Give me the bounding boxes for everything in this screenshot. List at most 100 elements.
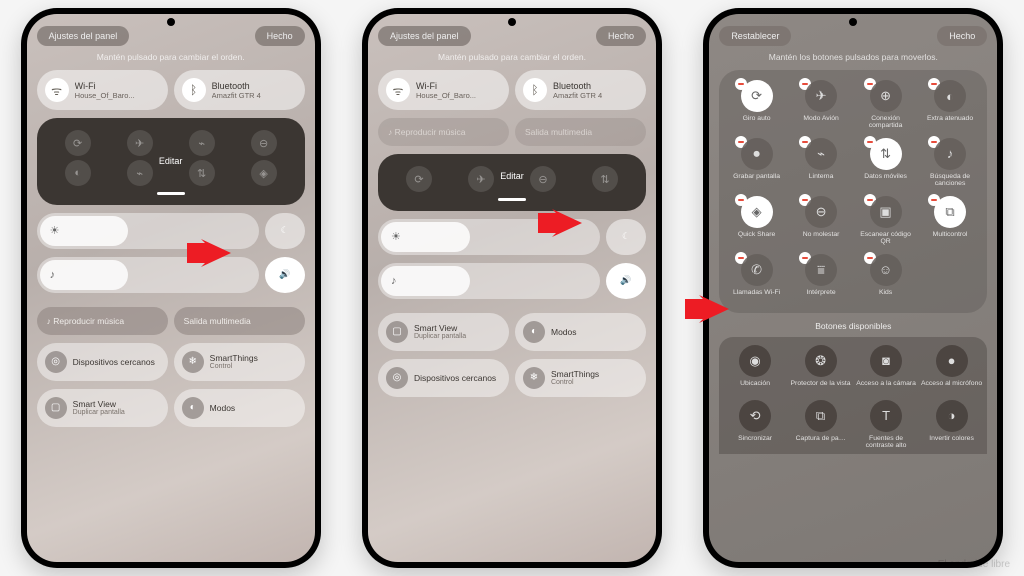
play-music-button[interactable]: ♪ Reproducir música [37, 307, 168, 335]
toggle-icon: ◈ [741, 196, 773, 228]
toggle-búsqueda-de-canciones[interactable]: ♪Búsqueda de canciones [919, 138, 982, 188]
panel-settings-button[interactable]: Ajustes del panel [37, 26, 130, 46]
available-acceso-al-micrófono[interactable]: ●Acceso al micrófono [920, 345, 984, 394]
modes-label: Modos [210, 403, 236, 413]
available-protector-de-la-vista[interactable]: ❂Protector de la vista [789, 345, 853, 394]
quick-toggles-panel[interactable]: ⟳ ✈ ⌁ ⊖ ◐ ⌁ ⇅ ◈ Editar [37, 118, 305, 205]
media-output-button[interactable]: Salida multimedia [515, 118, 646, 146]
devices-label: Dispositivos cercanos [73, 357, 155, 367]
rotate-icon[interactable]: ⟳ [65, 130, 91, 156]
toggle-icon[interactable]: ◈ [251, 160, 277, 186]
done-button[interactable]: Hecho [596, 26, 646, 46]
bluetooth-tile[interactable]: ᛒ Bluetooth Amazfit GTR 4 [174, 70, 305, 110]
toggle-icon[interactable]: ⇅ [189, 160, 215, 186]
drag-handle[interactable] [498, 198, 526, 201]
smartthings-label: SmartThings [210, 353, 258, 363]
toggle-icon: ◐ [934, 80, 966, 112]
available-acceso-a-la-cámara[interactable]: ◙Acceso a la cámara [854, 345, 918, 394]
modes-label: Modos [551, 327, 577, 337]
airplane-icon[interactable]: ✈ [127, 130, 153, 156]
bluetooth-tile[interactable]: ᛒ Bluetooth Amazfit GTR 4 [515, 70, 646, 110]
available-ubicación[interactable]: ◉Ubicación [723, 345, 787, 394]
toggle-icon: ❂ [805, 345, 837, 377]
toggle-llamadas-wi-fi[interactable]: ✆Llamadas Wi-Fi [725, 254, 788, 303]
toggle-no-molestar[interactable]: ⊖No molestar [790, 196, 853, 246]
toggle-label: Giro auto [725, 115, 788, 129]
edit-label: Editar [159, 156, 183, 166]
reorder-hint: Mantén pulsado para cambiar el orden. [378, 52, 646, 62]
toggle-label: Extra atenuado [919, 115, 982, 129]
sun-icon: ☀ [391, 230, 401, 243]
toggle-multicontrol[interactable]: ⧉Multicontrol [919, 196, 982, 246]
toggle-label: Acceso al micrófono [920, 380, 984, 394]
modes-tile[interactable]: ◐ Modos [515, 313, 646, 351]
smartthings-tile[interactable]: ❄ SmartThingsControl [515, 359, 646, 397]
smartview-label: Smart View [414, 323, 466, 333]
sound-toggle[interactable]: 🔊 [265, 257, 305, 293]
done-button[interactable]: Hecho [937, 26, 987, 46]
toggle-icon[interactable]: ⌁ [127, 160, 153, 186]
brightness-slider[interactable]: ☀ [37, 213, 259, 249]
bluetooth-icon: ᛒ [523, 78, 547, 102]
available-captura-de-pa…[interactable]: ⧉Captura de pa… [789, 400, 853, 450]
reset-button[interactable]: Restablecer [719, 26, 791, 46]
toggle-icon: ⇅ [870, 138, 902, 170]
drag-handle[interactable] [157, 192, 185, 195]
toggle-quick-share[interactable]: ◈Quick Share [725, 196, 788, 246]
available-sincronizar[interactable]: ⟲Sincronizar [723, 400, 787, 450]
available-invertir-colores[interactable]: ◑Invertir colores [920, 400, 984, 450]
volume-slider[interactable]: ♪ [378, 263, 600, 299]
bluetooth-label: Bluetooth [553, 81, 602, 91]
sound-toggle[interactable]: 🔊 [606, 263, 646, 299]
rotate-icon[interactable]: ⟳ [406, 166, 432, 192]
toggle-intérprete[interactable]: ⩸Intérprete [790, 254, 853, 303]
smartthings-tile[interactable]: ❄ SmartThingsControl [174, 343, 305, 381]
wifi-icon: ᯤ [386, 78, 410, 102]
quick-toggles-panel[interactable]: ⟳ ✈ ⊖ ⇅ Editar [378, 154, 646, 211]
toggle-icon: ✈ [805, 80, 837, 112]
toggle-extra-atenuado[interactable]: ◐ Extra atenuado [919, 80, 982, 130]
toggle-label: Grabar pantalla [725, 173, 788, 187]
toggle-label: Sincronizar [723, 435, 787, 449]
smartview-tile[interactable]: ▢ Smart ViewDuplicar pantalla [37, 389, 168, 427]
toggle-giro-auto[interactable]: ⟳Giro auto [725, 80, 788, 130]
toggle-grabar-pantalla[interactable]: ⏺Grabar pantalla [725, 138, 788, 188]
available-fuentes-de-contraste-alto[interactable]: TFuentes de contraste alto [854, 400, 918, 450]
wifi-label: Wi-Fi [416, 81, 476, 91]
modes-tile[interactable]: ◐ Modos [174, 389, 305, 427]
moon-icon: ☾ [281, 225, 289, 236]
done-button[interactable]: Hecho [255, 26, 305, 46]
nearby-devices-tile[interactable]: ◎ Dispositivos cercanos [37, 343, 168, 381]
nearby-devices-tile[interactable]: ◎ Dispositivos cercanos [378, 359, 509, 397]
toggle-linterna[interactable]: ⌁Linterna [790, 138, 853, 188]
media-output-button[interactable]: Salida multimedia [174, 307, 305, 335]
wifi-tile[interactable]: ᯤ Wi-Fi House_Of_Baro... [378, 70, 509, 110]
toggle-kids[interactable]: ☺Kids [854, 254, 917, 303]
wifi-icon: ᯤ [45, 78, 69, 102]
available-toggles-grid: ◉Ubicación❂Protector de la vista◙Acceso … [719, 337, 987, 454]
flashlight-icon[interactable]: ⌁ [189, 130, 215, 156]
panel-settings-button[interactable]: Ajustes del panel [378, 26, 471, 46]
toggle-modo-avión[interactable]: ✈Modo Avión [790, 80, 853, 130]
speaker-icon: 🔊 [279, 269, 290, 280]
modes-icon: ◐ [182, 397, 204, 419]
bluetooth-icon: ᛒ [182, 78, 206, 102]
dnd-icon[interactable]: ⊖ [530, 166, 556, 192]
toggle-datos-móviles[interactable]: ⇅Datos móviles [854, 138, 917, 188]
toggle-conexión-compartida[interactable]: ⊕Conexión compartida [854, 80, 917, 130]
brightness-slider[interactable]: ☀ [378, 219, 600, 255]
airplane-icon[interactable]: ✈ [468, 166, 494, 192]
dark-mode-toggle[interactable]: ☾ [606, 219, 646, 255]
dark-mode-toggle[interactable]: ☾ [265, 213, 305, 249]
smartview-tile[interactable]: ▢ Smart ViewDuplicar pantalla [378, 313, 509, 351]
play-music-button[interactable]: ♪ Reproducir música [378, 118, 509, 146]
wifi-tile[interactable]: ᯤ Wi-Fi House_Of_Baro... [37, 70, 168, 110]
toggle-icon: ☺ [870, 254, 902, 286]
dnd-icon[interactable]: ⊖ [251, 130, 277, 156]
toggle-icon: ◙ [870, 345, 902, 377]
data-icon[interactable]: ⇅ [592, 166, 618, 192]
volume-slider[interactable]: ♪ [37, 257, 259, 293]
toggle-icon[interactable]: ◐ [65, 160, 91, 186]
screen: Restablecer Hecho Mantén los botones pul… [709, 14, 997, 562]
toggle-escanear-código-qr[interactable]: ▣Escanear código QR [854, 196, 917, 246]
